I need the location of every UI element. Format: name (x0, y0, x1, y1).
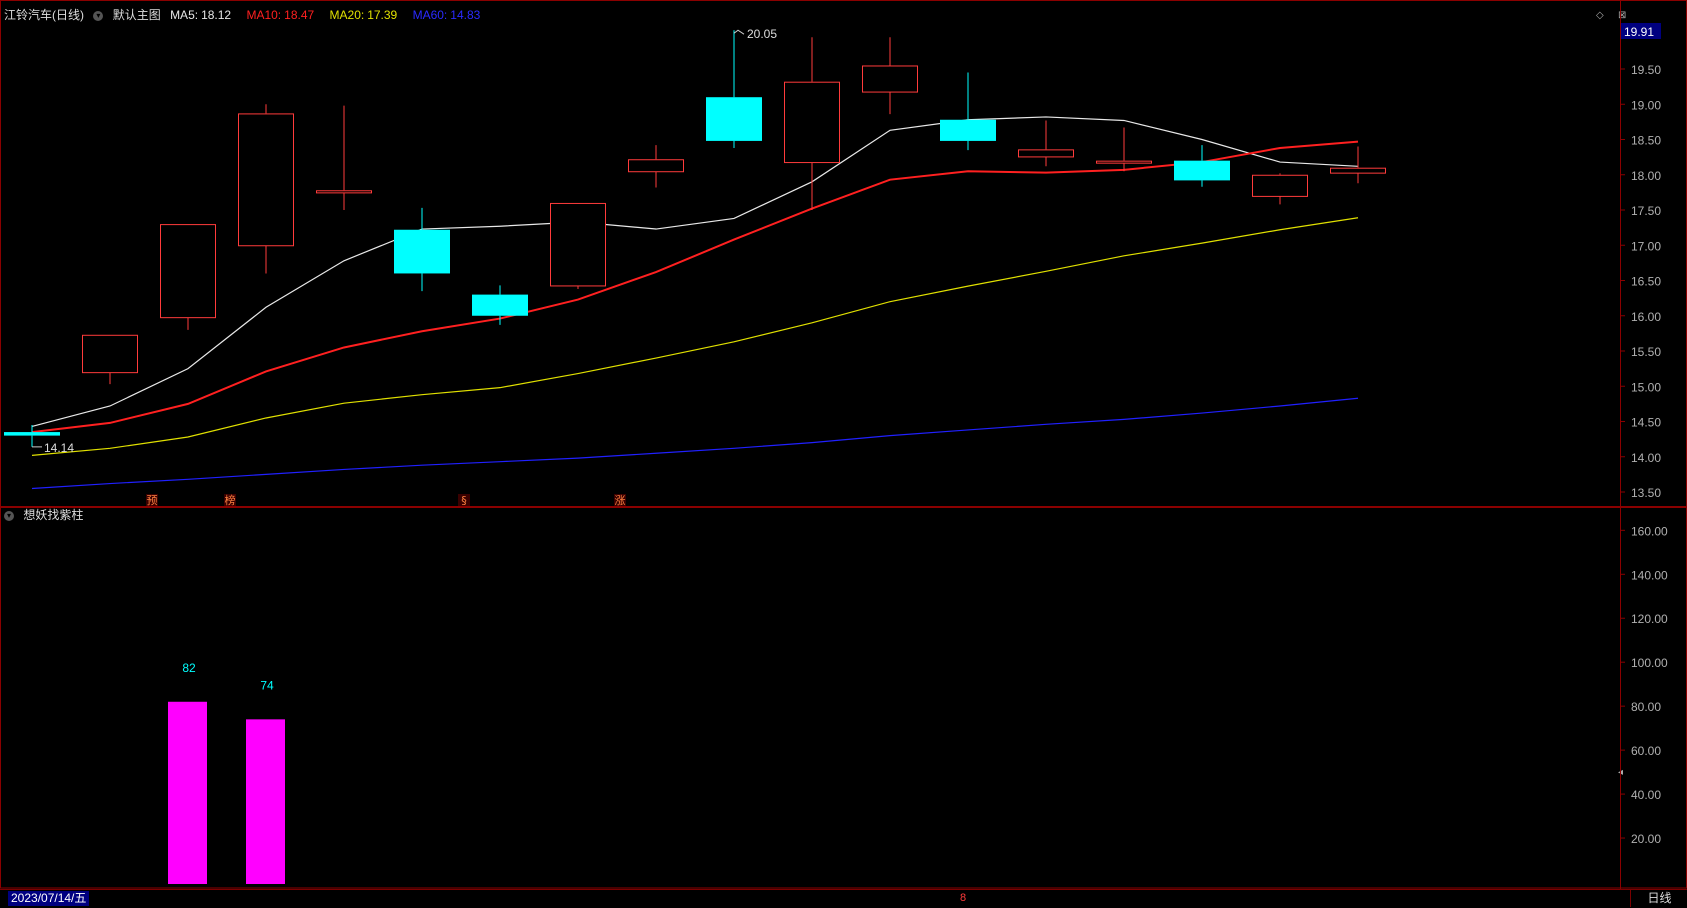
price-tick-label: 13.50 (1631, 486, 1661, 500)
low-price-label: 14.14 (44, 441, 74, 455)
candle (862, 37, 918, 115)
date-label: 2023/07/14/五 (8, 891, 90, 906)
candle-body-up (550, 202, 606, 287)
price-tick-label: 14.00 (1631, 451, 1661, 465)
indicator-tick-label: 160.00 (1631, 524, 1668, 538)
indicator-tick-label: 60.00 (1631, 744, 1661, 758)
high-price-label: 20.05 (747, 27, 777, 41)
candle (160, 224, 216, 330)
indicator-tick-label: 100.00 (1631, 656, 1668, 670)
candle-body-up (238, 113, 294, 247)
stock-chart-window: { "header": { "stock_name": "江铃汽车", "per… (0, 0, 1687, 908)
indicator-bar (246, 719, 285, 884)
price-tick-label: 16.50 (1631, 275, 1661, 289)
candle (550, 202, 606, 289)
price-tick-label: 18.50 (1631, 134, 1661, 148)
candle (238, 104, 294, 274)
high-marker (733, 29, 745, 35)
main-frame (0, 0, 1687, 507)
candle-body-up (1252, 174, 1308, 197)
candle (940, 72, 996, 151)
ma-line-ma10 (31, 140, 1359, 434)
candle-body-up (1096, 160, 1152, 164)
candle (628, 145, 684, 188)
candle (1096, 127, 1152, 172)
price-chart: 19.50 19.00 18.50 18.00 17.50 17.00 16.50 16.00… (0, 0, 1687, 507)
candle (394, 207, 450, 292)
candle-body-down (4, 432, 60, 436)
price-tick-label: 19.00 (1631, 98, 1661, 112)
indicator-tick-label: 40.00 (1631, 788, 1661, 802)
indicator-bar-value: 74 (260, 678, 274, 692)
candle (82, 334, 138, 385)
price-tick-label: 14.50 (1631, 416, 1661, 430)
signal-label: 榜 (225, 493, 236, 507)
candle-body-down (1174, 160, 1230, 181)
candle-body-up (316, 190, 372, 194)
candle (316, 105, 372, 210)
signal-label: 预 (147, 494, 158, 507)
indicator-tick-label: 120.00 (1631, 612, 1668, 626)
signal-label: 涨 (615, 494, 626, 507)
candle-body-up (160, 224, 216, 319)
candle-body-up (628, 159, 684, 173)
signal-label: § (461, 494, 467, 507)
candle (784, 37, 840, 210)
status-bar: 2023/07/14/五 8 日线 (0, 889, 1687, 908)
candle-body-up (1018, 149, 1074, 158)
price-tick-label: 15.00 (1631, 380, 1661, 394)
indicator-tick-label: 80.00 (1631, 700, 1661, 714)
price-tick-label: 17.00 (1631, 239, 1661, 253)
candle-body-down (706, 97, 762, 141)
candle-body-up (862, 65, 918, 93)
marker-label: 8 (960, 892, 967, 904)
candle (1018, 120, 1074, 167)
price-tick-label: 15.50 (1631, 345, 1661, 359)
price-tick-label: 19.50 (1631, 63, 1661, 77)
price-tick-label: 17.50 (1631, 204, 1661, 218)
candle (1252, 173, 1308, 205)
candle-body-up (82, 334, 138, 374)
price-tick-label: 18.00 (1631, 169, 1661, 183)
current-price-label: 19.91 (1624, 25, 1654, 39)
candle-body-down (940, 119, 996, 141)
candle-body-up (784, 81, 840, 164)
ma-line-ma5 (31, 116, 1359, 428)
candle (1174, 145, 1230, 187)
period-button[interactable]: 日线 (1630, 890, 1687, 907)
ma-line-ma60 (31, 397, 1359, 490)
indicator-chart: 160.00 140.00 120.00 100.00 80.00 60.00 40.00 2… (0, 507, 1687, 889)
candle (472, 285, 528, 325)
ma-line-ma20 (31, 217, 1359, 456)
candle-body-up (1330, 167, 1386, 174)
candle-body-down (472, 294, 528, 316)
indicator-bar (168, 701, 207, 884)
indicator-tick-label: 20.00 (1631, 832, 1661, 846)
candle (706, 30, 762, 148)
indicator-tick-label: 140.00 (1631, 568, 1668, 582)
price-tick-label: 16.00 (1631, 310, 1661, 324)
candle-body-down (394, 229, 450, 274)
indicator-bar-value: 82 (182, 661, 196, 675)
